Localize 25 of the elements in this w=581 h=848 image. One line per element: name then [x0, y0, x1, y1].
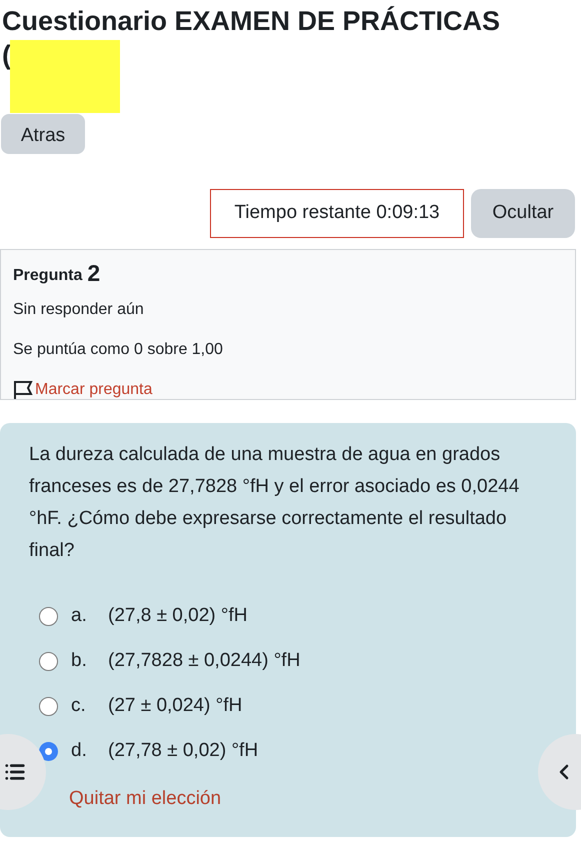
question-grade: Se puntúa como 0 sobre 1,00: [13, 340, 224, 360]
list-icon: [4, 761, 26, 783]
question-text: La dureza calculada de una muestra de agua en grados franceses es de 27,7828 °fH y el error asociado es 0,0244 °hF. ¿Cómo debe expresarse correctamente el resultado final?: [29, 443, 520, 563]
option-text: (27,8 ± 0,02) °fH: [108, 604, 248, 628]
option-letter: d.: [71, 738, 88, 763]
option-text: (27 ± 0,024) °fH: [108, 694, 242, 718]
radio-button[interactable]: [39, 696, 58, 716]
radio-button[interactable]: [39, 742, 58, 760]
option-letter: c.: [71, 694, 87, 718]
radio-button[interactable]: [39, 652, 58, 670]
flag-link[interactable]: Marcar pregunta: [13, 378, 152, 402]
subtitle: (: [1, 39, 11, 72]
option-letter: a.: [71, 604, 88, 628]
question-number: Pregunta 2: [13, 260, 102, 288]
radio-button[interactable]: [39, 606, 58, 626]
back-button[interactable]: Atras: [1, 114, 85, 154]
page-title: Cuestionario EXAMEN DE PRÁCTICAS: [1, 5, 502, 38]
clear-choice-link[interactable]: Quitar mi elección: [69, 785, 222, 814]
option-text: (27,7828 ± 0,0244) °fH: [108, 648, 300, 673]
hide-button[interactable]: Ocultar: [471, 189, 575, 238]
question-status: Sin responder aún: [13, 300, 145, 320]
option-letter: b.: [71, 648, 88, 673]
timer: Tiempo restante 0:09:13: [210, 189, 464, 238]
flag-icon: [13, 380, 33, 400]
option-text: (27,78 ± 0,02) °fH: [108, 738, 258, 763]
